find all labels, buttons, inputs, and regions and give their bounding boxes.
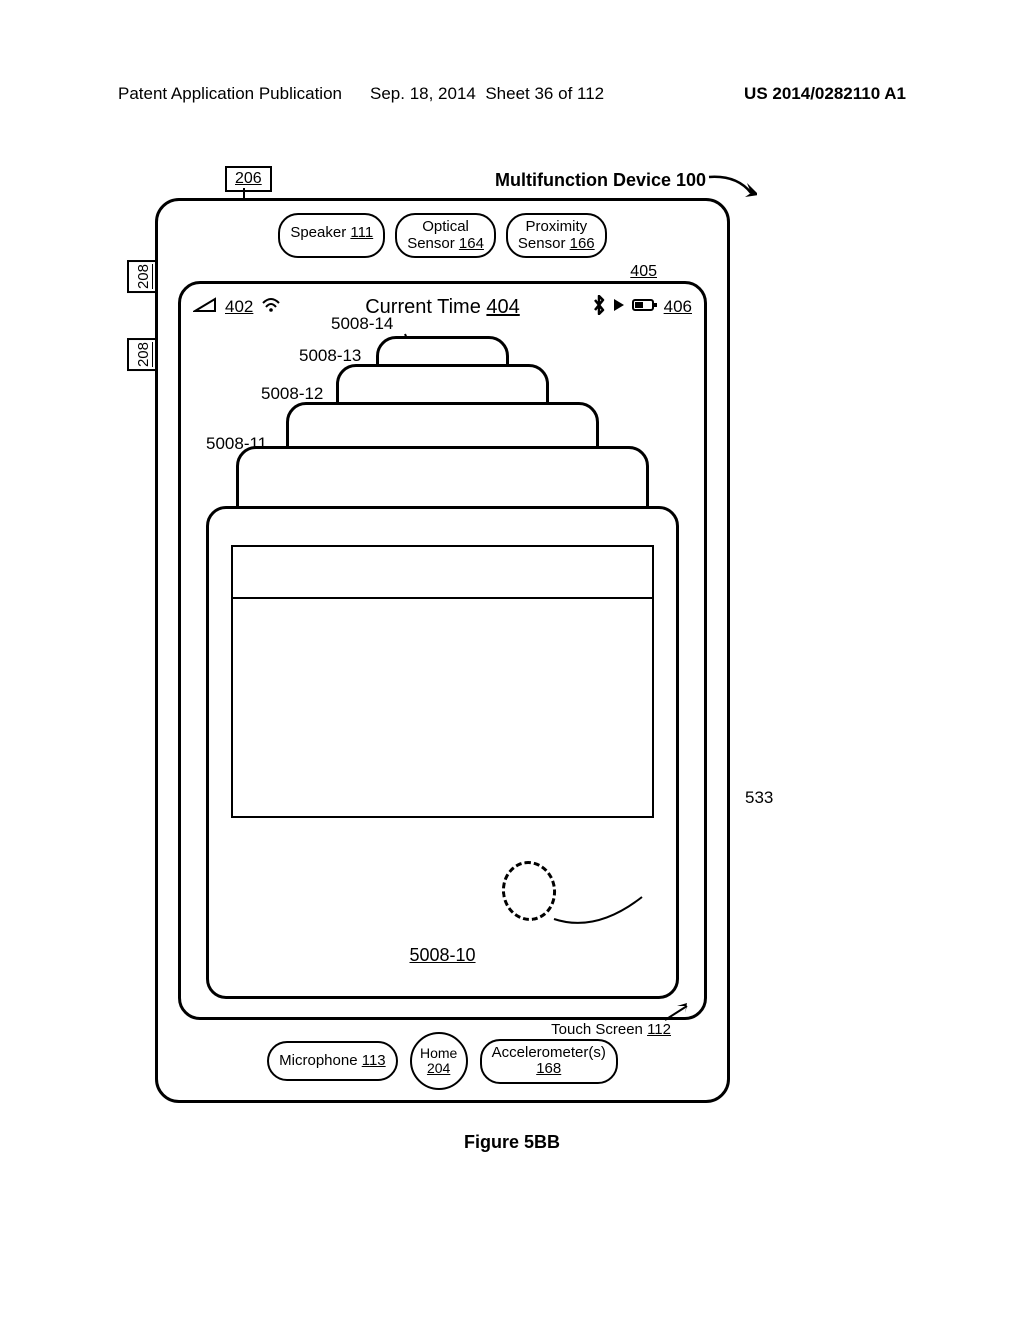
figure-area: Multifunction Device 100 206 208 208 Spe… [145,160,880,1160]
prox-ref: 166 [570,235,595,252]
battery-icon [632,297,658,317]
optical-sensor-pill: Optical Sensor 164 [395,213,496,258]
home-ref: 204 [427,1061,450,1076]
battery-ref: 406 [664,297,692,317]
optical-label-a: Optical [422,218,469,235]
bottom-row: Microphone 113 Home 204 Accelerometer(s)… [158,1032,727,1090]
prox-label-b: Sensor [518,235,566,252]
home-button[interactable]: Home 204 [410,1032,468,1090]
card-14-label: 5008-14 [331,314,393,334]
mic-ref: 113 [362,1052,386,1069]
status-bar: 402 Current Time 404 [193,294,692,320]
accel-ref: 168 [492,1061,606,1078]
card-10-inner [231,545,654,818]
card-10-ref: 5008-10 [409,945,475,966]
ref-405: 405 [630,263,657,281]
touch-screen[interactable]: 402 Current Time 404 [178,281,707,1020]
optical-ref: 164 [459,235,484,252]
time-ref: 404 [486,296,519,318]
prox-label-a: Proximity [525,218,587,235]
device-title: Multifunction Device 100 [495,170,706,191]
header-pubnum: US 2014/0282110 A1 [744,84,906,103]
figure-caption: Figure 5BB [0,1132,1024,1153]
touch-leader [546,889,646,934]
status-right: 406 [592,295,692,320]
mic-label: Microphone [279,1052,357,1069]
touch-screen-arrow [663,1002,693,1022]
status-left: 402 [193,297,281,318]
ref-533: 533 [745,788,773,808]
ref-206: 206 [225,166,272,192]
header-right: US 2014/0282110 A1 [744,84,906,104]
device-title-ref: 100 [676,170,706,190]
device-title-arrow [707,173,757,201]
speaker-label: Speaker [290,224,346,241]
header-left: Patent Application Publication [118,84,342,104]
optical-label-b: Sensor [407,235,455,252]
play-icon [612,297,626,318]
sensor-row: Speaker 111 Optical Sensor 164 Proximity… [158,213,727,258]
speaker-ref: 111 [350,224,373,241]
header-sheet: Sheet 36 of 112 [485,84,604,103]
ref-206-leader [243,188,245,198]
card-12-label: 5008-12 [261,384,323,404]
microphone-pill: Microphone 113 [267,1041,397,1082]
device-title-text: Multifunction Device [495,170,671,190]
signal-icon [193,297,217,318]
card-10-inner-divider [233,597,652,599]
accel-label: Accelerometer(s) [492,1045,606,1062]
accelerometer-pill: Accelerometer(s) 168 [480,1039,618,1084]
signal-ref: 402 [225,297,253,317]
device-body: Speaker 111 Optical Sensor 164 Proximity… [155,198,730,1103]
speaker-pill: Speaker 111 [278,213,385,258]
header-center: Sep. 18, 2014 Sheet 36 of 112 [370,84,604,104]
card-5008-10[interactable]: 5008-10 [206,506,679,999]
home-label: Home [420,1046,457,1061]
header-date: Sep. 18, 2014 [370,84,476,103]
proximity-sensor-pill: Proximity Sensor 166 [506,213,607,258]
wifi-icon [261,297,281,318]
card-13-label: 5008-13 [299,346,361,366]
bluetooth-icon [592,295,606,320]
